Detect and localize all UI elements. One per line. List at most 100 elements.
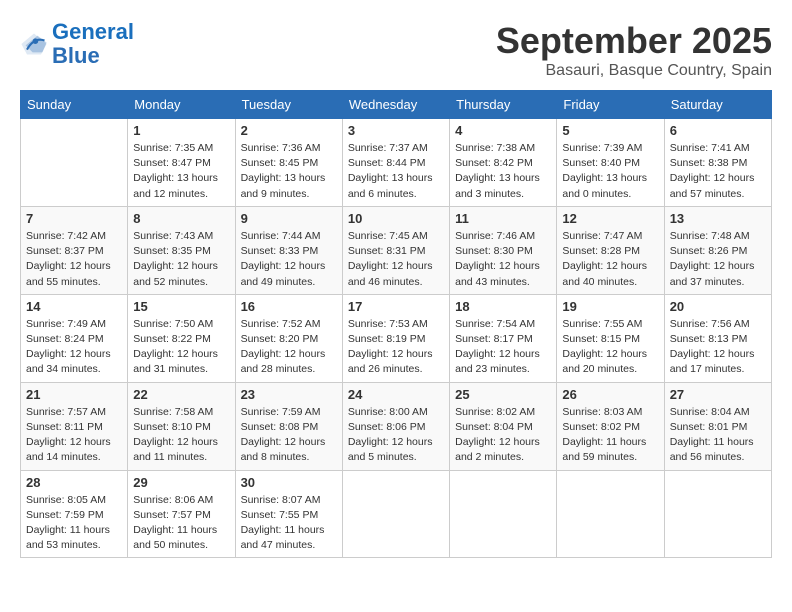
day-info: Sunrise: 7:56 AMSunset: 8:13 PMDaylight:… — [670, 317, 766, 378]
day-number: 11 — [455, 211, 551, 226]
day-number: 19 — [562, 299, 658, 314]
calendar-cell: 27 Sunrise: 8:04 AMSunset: 8:01 PMDayligh… — [664, 382, 771, 470]
calendar-cell — [557, 470, 664, 558]
calendar-cell: 19 Sunrise: 7:55 AMSunset: 8:15 PMDayligh… — [557, 294, 664, 382]
day-info: Sunrise: 7:38 AMSunset: 8:42 PMDaylight:… — [455, 141, 551, 202]
month-title: September 2025 — [496, 20, 772, 62]
calendar-cell: 7Sunrise: 7:42 AMSunset: 8:37 PMDaylight… — [21, 206, 128, 294]
location-title: Basauri, Basque Country, Spain — [496, 62, 772, 80]
day-number: 30 — [241, 475, 337, 490]
calendar-cell: 26Sunrise: 8:03 AMSunset: 8:02 PMDayligh… — [557, 382, 664, 470]
day-info: Sunrise: 7:54 AMSunset: 8:17 PMDaylight:… — [455, 317, 551, 378]
day-number: 27 — [670, 387, 766, 402]
day-number: 22 — [133, 387, 229, 402]
day-info: Sunrise: 8:00 AMSunset: 8:06 PMDaylight:… — [348, 405, 444, 466]
calendar-cell — [450, 470, 557, 558]
header-day-sunday: Sunday — [21, 91, 128, 119]
day-info: Sunrise: 8:04 AMSunset: 8:01 PMDaylight:… — [670, 405, 766, 466]
day-number: 29 — [133, 475, 229, 490]
calendar-cell: 23Sunrise: 7:59 AMSunset: 8:08 PMDayligh… — [235, 382, 342, 470]
header-day-wednesday: Wednesday — [342, 91, 449, 119]
calendar-cell: 2 Sunrise: 7:36 AMSunset: 8:45 PMDaylight… — [235, 119, 342, 207]
calendar-header: SundayMondayTuesdayWednesdayThursdayFrid… — [21, 91, 772, 119]
day-number: 17 — [348, 299, 444, 314]
day-info: Sunrise: 7:35 AMSunset: 8:47 PMDaylight:… — [133, 141, 229, 202]
calendar-cell: 15 Sunrise: 7:50 AMSunset: 8:22 PMDayligh… — [128, 294, 235, 382]
day-number: 3 — [348, 123, 444, 138]
calendar-cell: 8Sunrise: 7:43 AMSunset: 8:35 PMDaylight… — [128, 206, 235, 294]
week-row-5: 28Sunrise: 8:05 AMSunset: 7:59 PMDayligh… — [21, 470, 772, 558]
day-number: 24 — [348, 387, 444, 402]
day-info: Sunrise: 8:02 AMSunset: 8:04 PMDaylight:… — [455, 405, 551, 466]
day-info: Sunrise: 7:57 AMSunset: 8:11 PMDaylight:… — [26, 405, 122, 466]
day-info: Sunrise: 7:46 AMSunset: 8:30 PMDaylight:… — [455, 229, 551, 290]
header-day-saturday: Saturday — [664, 91, 771, 119]
day-number: 28 — [26, 475, 122, 490]
calendar-cell: 16 Sunrise: 7:52 AMSunset: 8:20 PMDayligh… — [235, 294, 342, 382]
calendar-cell: 18 Sunrise: 7:54 AMSunset: 8:17 PMDayligh… — [450, 294, 557, 382]
day-number: 12 — [562, 211, 658, 226]
day-info: Sunrise: 7:43 AMSunset: 8:35 PMDaylight:… — [133, 229, 229, 290]
day-info: Sunrise: 7:48 AMSunset: 8:26 PMDaylight:… — [670, 229, 766, 290]
calendar-cell: 14Sunrise: 7:49 AMSunset: 8:24 PMDayligh… — [21, 294, 128, 382]
day-number: 15 — [133, 299, 229, 314]
day-info: Sunrise: 7:49 AMSunset: 8:24 PMDaylight:… — [26, 317, 122, 378]
day-info: Sunrise: 7:44 AMSunset: 8:33 PMDaylight:… — [241, 229, 337, 290]
day-number: 4 — [455, 123, 551, 138]
calendar-table: SundayMondayTuesdayWednesdayThursdayFrid… — [20, 90, 772, 558]
logo-icon — [20, 30, 48, 58]
day-number: 18 — [455, 299, 551, 314]
day-number: 6 — [670, 123, 766, 138]
day-info: Sunrise: 7:36 AMSunset: 8:45 PMDaylight:… — [241, 141, 337, 202]
calendar-cell: 1 Sunrise: 7:35 AMSunset: 8:47 PMDaylight… — [128, 119, 235, 207]
calendar-cell: 10 Sunrise: 7:45 AMSunset: 8:31 PMDayligh… — [342, 206, 449, 294]
day-info: Sunrise: 7:52 AMSunset: 8:20 PMDaylight:… — [241, 317, 337, 378]
day-number: 2 — [241, 123, 337, 138]
calendar-cell: 28Sunrise: 8:05 AMSunset: 7:59 PMDayligh… — [21, 470, 128, 558]
calendar-cell: 9 Sunrise: 7:44 AMSunset: 8:33 PMDaylight… — [235, 206, 342, 294]
day-info: Sunrise: 7:59 AMSunset: 8:08 PMDaylight:… — [241, 405, 337, 466]
logo-text: General Blue — [52, 20, 134, 68]
calendar-cell: 25 Sunrise: 8:02 AMSunset: 8:04 PMDayligh… — [450, 382, 557, 470]
header-day-monday: Monday — [128, 91, 235, 119]
day-info: Sunrise: 7:45 AMSunset: 8:31 PMDaylight:… — [348, 229, 444, 290]
week-row-3: 14Sunrise: 7:49 AMSunset: 8:24 PMDayligh… — [21, 294, 772, 382]
day-info: Sunrise: 7:58 AMSunset: 8:10 PMDaylight:… — [133, 405, 229, 466]
page-header: General Blue September 2025 Basauri, Bas… — [20, 20, 772, 80]
header-day-thursday: Thursday — [450, 91, 557, 119]
day-number: 25 — [455, 387, 551, 402]
day-number: 9 — [241, 211, 337, 226]
day-number: 13 — [670, 211, 766, 226]
day-info: Sunrise: 7:50 AMSunset: 8:22 PMDaylight:… — [133, 317, 229, 378]
day-info: Sunrise: 7:47 AMSunset: 8:28 PMDaylight:… — [562, 229, 658, 290]
day-info: Sunrise: 7:37 AMSunset: 8:44 PMDaylight:… — [348, 141, 444, 202]
calendar-cell: 29Sunrise: 8:06 AMSunset: 7:57 PMDayligh… — [128, 470, 235, 558]
header-row: SundayMondayTuesdayWednesdayThursdayFrid… — [21, 91, 772, 119]
calendar-cell: 4 Sunrise: 7:38 AMSunset: 8:42 PMDaylight… — [450, 119, 557, 207]
day-info: Sunrise: 7:39 AMSunset: 8:40 PMDaylight:… — [562, 141, 658, 202]
calendar-cell: 5 Sunrise: 7:39 AMSunset: 8:40 PMDaylight… — [557, 119, 664, 207]
day-info: Sunrise: 8:07 AMSunset: 7:55 PMDaylight:… — [241, 493, 337, 554]
day-info: Sunrise: 7:41 AMSunset: 8:38 PMDaylight:… — [670, 141, 766, 202]
calendar-cell: 22 Sunrise: 7:58 AMSunset: 8:10 PMDayligh… — [128, 382, 235, 470]
calendar-cell: 30 Sunrise: 8:07 AMSunset: 7:55 PMDayligh… — [235, 470, 342, 558]
day-number: 21 — [26, 387, 122, 402]
day-number: 10 — [348, 211, 444, 226]
day-number: 5 — [562, 123, 658, 138]
day-info: Sunrise: 8:03 AMSunset: 8:02 PMDaylight:… — [562, 405, 658, 466]
week-row-1: 1 Sunrise: 7:35 AMSunset: 8:47 PMDaylight… — [21, 119, 772, 207]
day-number: 1 — [133, 123, 229, 138]
day-info: Sunrise: 7:55 AMSunset: 8:15 PMDaylight:… — [562, 317, 658, 378]
calendar-cell: 12 Sunrise: 7:47 AMSunset: 8:28 PMDayligh… — [557, 206, 664, 294]
title-area: September 2025 Basauri, Basque Country, … — [496, 20, 772, 80]
week-row-2: 7Sunrise: 7:42 AMSunset: 8:37 PMDaylight… — [21, 206, 772, 294]
calendar-body: 1 Sunrise: 7:35 AMSunset: 8:47 PMDaylight… — [21, 119, 772, 558]
calendar-cell: 6 Sunrise: 7:41 AMSunset: 8:38 PMDaylight… — [664, 119, 771, 207]
day-number: 16 — [241, 299, 337, 314]
calendar-cell: 21 Sunrise: 7:57 AMSunset: 8:11 PMDayligh… — [21, 382, 128, 470]
calendar-cell: 11 Sunrise: 7:46 AMSunset: 8:30 PMDayligh… — [450, 206, 557, 294]
header-day-tuesday: Tuesday — [235, 91, 342, 119]
week-row-4: 21 Sunrise: 7:57 AMSunset: 8:11 PMDayligh… — [21, 382, 772, 470]
calendar-cell: 3 Sunrise: 7:37 AMSunset: 8:44 PMDaylight… — [342, 119, 449, 207]
calendar-cell: 17Sunrise: 7:53 AMSunset: 8:19 PMDayligh… — [342, 294, 449, 382]
